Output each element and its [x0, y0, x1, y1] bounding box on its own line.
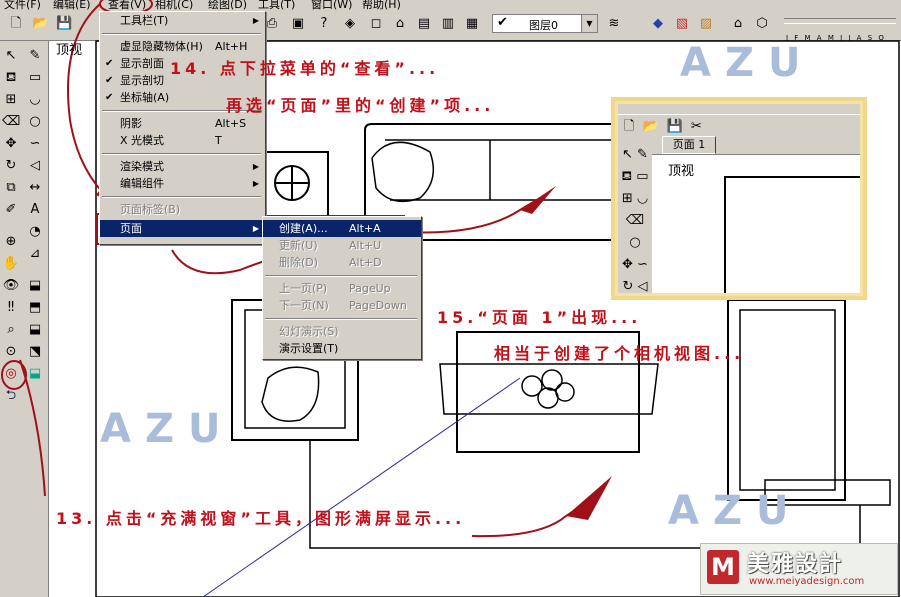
- annotation-step15-line1: 15.“页面 1”出现...: [437, 308, 642, 327]
- cushion-top: [371, 141, 435, 203]
- camera-line: [202, 377, 521, 597]
- menu-item-next-page[interactable]: 下一页(N) PageDown: [263, 297, 421, 314]
- annotation-step14-line1: 14. 点下拉菜单的“查看”...: [170, 59, 440, 78]
- watermark-bottom: AZU: [668, 488, 803, 534]
- menu-item-xray[interactable]: X 光模式 T: [100, 132, 265, 149]
- inset-page-tab[interactable]: 页面 1: [662, 136, 716, 154]
- menu-item-create-page[interactable]: 创建(A)... Alt+A: [263, 220, 421, 237]
- menu-item-edit-component[interactable]: 编辑组件 ▶: [100, 175, 265, 192]
- watermark-left: AZU: [100, 406, 235, 452]
- menu-item-page[interactable]: 页面 ▶: [100, 220, 265, 237]
- arrow-to-step13: [19, 359, 46, 497]
- inset-content: 🗋📂💾✂ 页面 1 顶视 ↖ ✎⛾ ▭⊞ ◡⌫ ○✥ ∽↻ ◁⧉ ↔: [618, 104, 860, 293]
- view-name-label: 顶视: [56, 43, 83, 58]
- inset-screenshot: 🗋📂💾✂ 页面 1 顶视 ↖ ✎⛾ ▭⊞ ◡⌫ ○✥ ∽↻ ◁⧉ ↔: [611, 97, 867, 300]
- menu-item-page-tabs[interactable]: 页面标签(B): [100, 201, 265, 218]
- logo-mark-icon: M: [707, 550, 739, 584]
- menu-item-shadows[interactable]: 阴影 Alt+S: [100, 115, 265, 132]
- check-icon: ✔: [105, 92, 114, 103]
- menu-item-presentation-settings[interactable]: 演示设置(T): [263, 340, 421, 357]
- menu-item-previous-page[interactable]: 上一页(P) PageUp: [263, 280, 421, 297]
- inset-menubar: [618, 104, 860, 115]
- view-menu: 工具栏(T) ▶ 虚显隐藏物体(H) Alt+H ✔ 显示剖面 ✔ 显示剖切 ✔ 坐标轴(…: [99, 11, 266, 245]
- check-icon: ✔: [105, 75, 114, 86]
- watermark-top: AZU: [680, 40, 815, 86]
- menu-item-delete-page[interactable]: 删除(D) Alt+D: [263, 254, 421, 271]
- menu-item-toolbars[interactable]: 工具栏(T) ▶: [100, 12, 265, 29]
- page-submenu: 创建(A)... Alt+A 更新(U) Alt+U 删除(D) Alt+D 上一页(…: [262, 216, 422, 360]
- logo-name: 美雅設計: [747, 552, 844, 577]
- cushion-left: [261, 366, 320, 422]
- zoom-extents-circle: [1, 360, 27, 390]
- logo-url: www.meiyadesign.com: [749, 576, 865, 587]
- sofa-right: [727, 299, 846, 501]
- check-icon: ✔: [105, 58, 114, 69]
- menu-item-render-mode[interactable]: 渲染模式 ▶: [100, 158, 265, 175]
- annotation-step15-line2: 相当于创建了个相机视图...: [494, 344, 745, 363]
- inset-tool-strip: ↖ ✎⛾ ▭⊞ ◡⌫ ○✥ ∽↻ ◁⧉ ↔: [621, 147, 649, 293]
- annotation-step14-line2: 再选“页面”里的“创建”项...: [226, 96, 495, 115]
- menu-item-slideshow[interactable]: 幻灯演示(S): [263, 323, 421, 340]
- menu-item-update-page[interactable]: 更新(U) Alt+U: [263, 237, 421, 254]
- brand-logo: M 美雅設計 www.meiyadesign.com: [700, 543, 898, 595]
- annotation-step13: 13. 点击“充满视窗”工具，图形满屏显示...: [56, 509, 466, 528]
- menu-item-hidden-geometry[interactable]: 虚显隐藏物体(H) Alt+H: [100, 38, 265, 55]
- inset-view-label: 顶视: [668, 164, 695, 179]
- inset-viewport-frame: [724, 176, 860, 293]
